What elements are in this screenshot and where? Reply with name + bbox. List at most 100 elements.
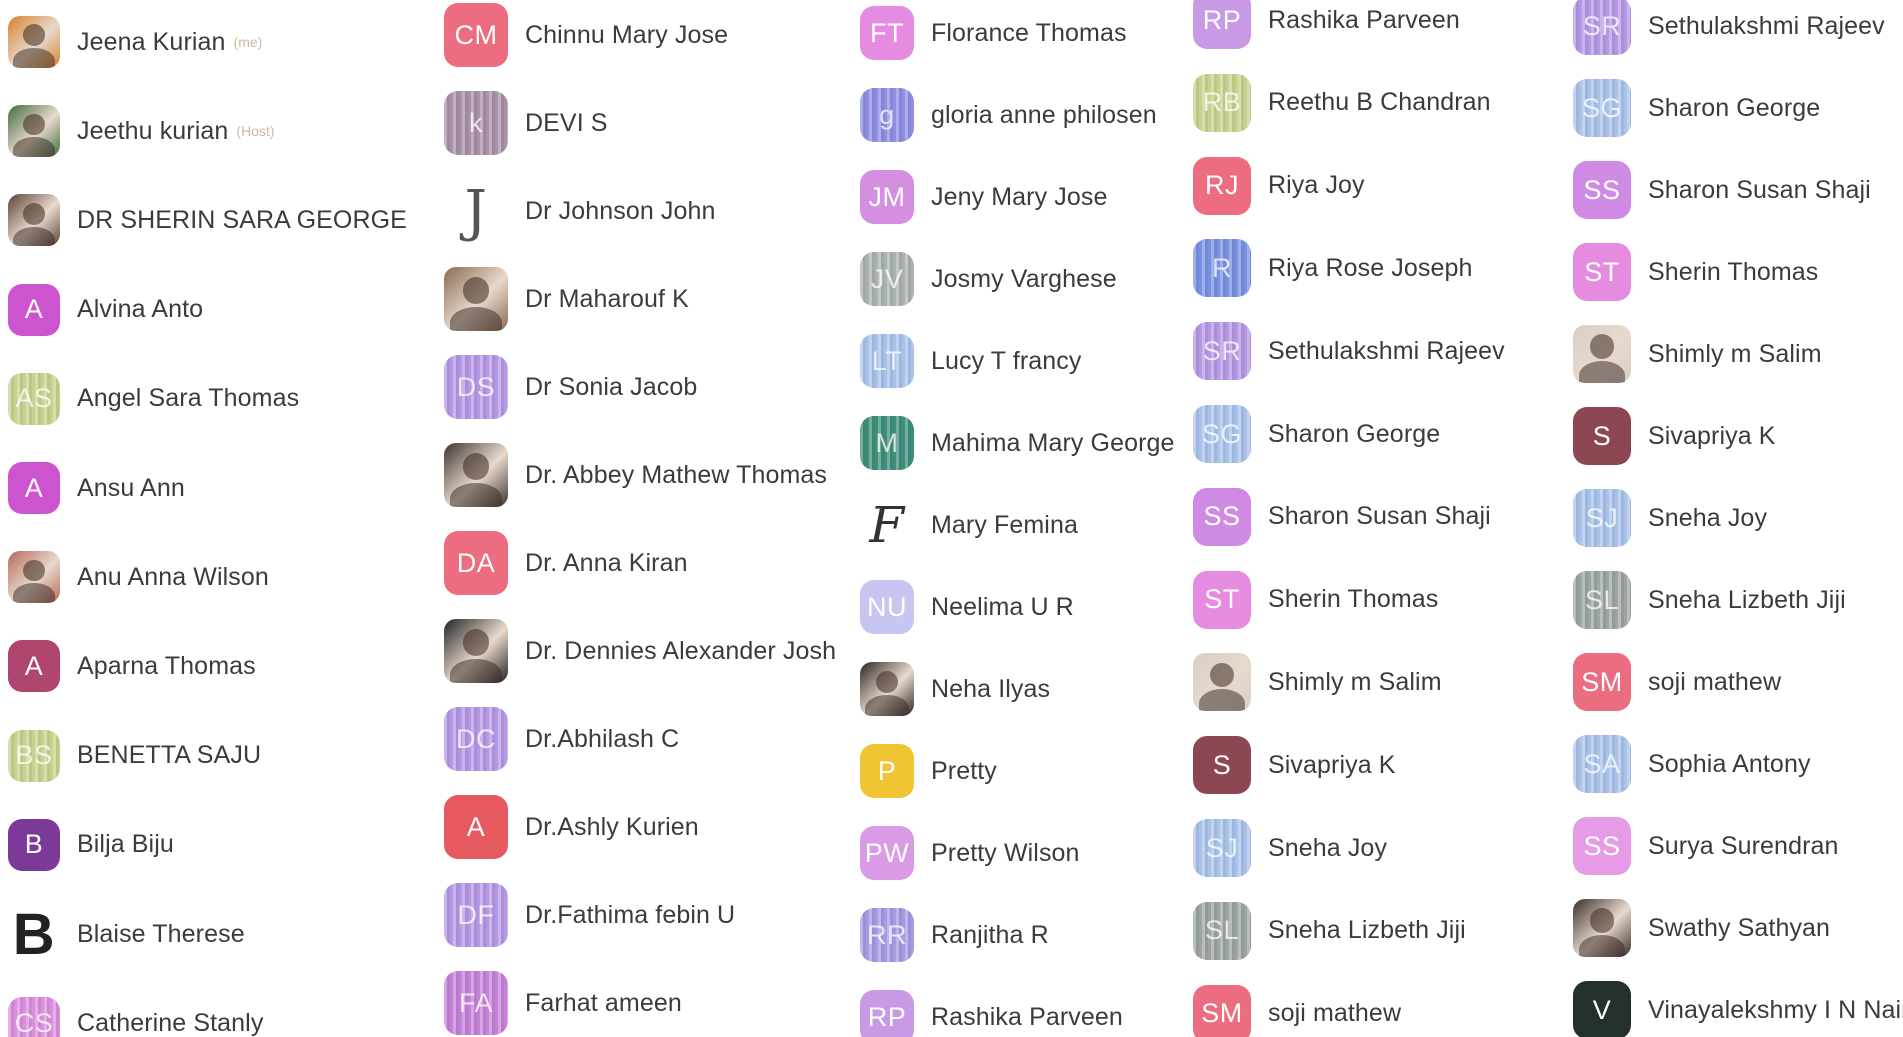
participant-row-sivapriya-k[interactable]: S Sivapriya K xyxy=(1573,407,1776,465)
participant-row-blaise-therese[interactable]: B Blaise Therese xyxy=(8,908,245,960)
participant-name: Riya Joy xyxy=(1268,171,1365,200)
avatar-initials: R xyxy=(1212,252,1232,283)
participant-row-dr-dennies-alexander-josh[interactable]: Dr. Dennies Alexander Josh xyxy=(444,619,836,683)
participant-row-rashika-parveen[interactable]: RP Rashika Parveen xyxy=(860,990,1123,1037)
participant-name: Pretty Wilson xyxy=(931,838,1080,867)
participant-row-jeethu-kurian[interactable]: Jeethu kurian (Host) xyxy=(8,105,275,158)
participant-row-dr-sherin-sara-george[interactable]: DR SHERIN SARA GEORGE xyxy=(8,194,407,247)
participant-row-farhat-ameen[interactable]: FA Farhat ameen xyxy=(444,971,682,1035)
participant-row-ranjitha-r[interactable]: RR Ranjitha R xyxy=(860,908,1049,962)
participant-row-jeena-kurian[interactable]: Jeena Kurian (me) xyxy=(8,16,262,68)
photo-avatar-icon xyxy=(8,105,60,158)
participant-row-pretty-wilson[interactable]: PW Pretty Wilson xyxy=(860,826,1080,880)
participant-row-sneha-lizbeth-jiji[interactable]: SL Sneha Lizbeth Jiji xyxy=(1193,901,1466,960)
participant-row-sethulakshmi-rajeev[interactable]: SR Sethulakshmi Rajeev xyxy=(1193,322,1505,381)
participant-row-chinnu-mary-jose[interactable]: CM Chinnu Mary Jose xyxy=(444,3,728,67)
participant-row-catherine-stanly[interactable]: CS Catherine Stanly xyxy=(8,997,263,1037)
participant-row-soji-mathew[interactable]: SM soji mathew xyxy=(1573,653,1781,711)
participant-row-sharon-susan-shaji[interactable]: SS Sharon Susan Shaji xyxy=(1193,487,1491,546)
participant-name: soji mathew xyxy=(1648,667,1782,696)
participant-row-dr-anna-kiran[interactable]: DA Dr. Anna Kiran xyxy=(444,531,688,595)
participant-name: DR SHERIN SARA GEORGE xyxy=(77,205,407,234)
participant-name: Ranjitha R xyxy=(931,920,1049,949)
avatar-initials: RB xyxy=(1202,87,1242,118)
initials-avatar: CM xyxy=(444,3,508,67)
participant-row-neha-ilyas[interactable]: Neha Ilyas xyxy=(860,662,1050,716)
initials-avatar: M xyxy=(860,416,914,470)
participant-row-shimly-m-salim[interactable]: Shimly m Salim xyxy=(1573,325,1822,383)
participant-row-sneha-joy[interactable]: SJ Sneha Joy xyxy=(1573,489,1767,547)
participant-row-reethu-b-chandran[interactable]: RB Reethu B Chandran xyxy=(1193,73,1491,132)
participant-row-soji-mathew[interactable]: SM soji mathew xyxy=(1193,984,1402,1037)
initials-avatar: LT xyxy=(860,334,914,388)
participant-row-dr-johnson-john[interactable]: J Dr Johnson John xyxy=(444,179,716,243)
initials-avatar: SL xyxy=(1573,571,1631,629)
participant-row-dr-sonia-jacob[interactable]: DS Dr Sonia Jacob xyxy=(444,355,697,419)
participant-row-pretty[interactable]: P Pretty xyxy=(860,744,997,798)
photo-body-shape xyxy=(13,583,55,604)
participant-row-josmy-varghese[interactable]: JV Josmy Varghese xyxy=(860,252,1117,306)
avatar-initials: A xyxy=(466,811,486,842)
participant-row-sneha-lizbeth-jiji[interactable]: SL Sneha Lizbeth Jiji xyxy=(1573,571,1846,629)
avatar-initials: ST xyxy=(1204,584,1240,615)
avatar-initials: FT xyxy=(870,17,904,48)
participant-row-riya-joy[interactable]: RJ Riya Joy xyxy=(1193,156,1365,215)
participant-row-sharon-george[interactable]: SG Sharon George xyxy=(1193,405,1440,463)
participant-row-alvina-anto[interactable]: A Alvina Anto xyxy=(8,283,203,336)
participant-row-vinayalekshmy-i-n-nair[interactable]: V Vinayalekshmy I N Nair xyxy=(1573,981,1903,1037)
participant-name: Aparna Thomas xyxy=(77,651,256,680)
avatar-initials: A xyxy=(24,294,44,325)
participant-row-rashika-parveen[interactable]: RP Rashika Parveen xyxy=(1193,0,1460,49)
participant-row-anu-anna-wilson[interactable]: Anu Anna Wilson xyxy=(8,551,269,604)
participant-row-sethulakshmi-rajeev[interactable]: SR Sethulakshmi Rajeev xyxy=(1573,0,1885,55)
participant-row-dr-abhilash-c[interactable]: DC Dr.Abhilash C xyxy=(444,707,679,771)
avatar-initials: SG xyxy=(1581,92,1622,123)
participant-row-florance-thomas[interactable]: FT Florance Thomas xyxy=(860,6,1127,60)
participant-row-swathy-sathyan[interactable]: Swathy Sathyan xyxy=(1573,899,1830,957)
participant-row-sneha-joy[interactable]: SJ Sneha Joy xyxy=(1193,819,1387,877)
avatar-initials: A xyxy=(24,472,44,503)
participant-row-sivapriya-k[interactable]: S Sivapriya K xyxy=(1193,736,1396,795)
participant-row-dr-maharouf-k[interactable]: Dr Maharouf K xyxy=(444,267,689,331)
participant-name: soji mathew xyxy=(1268,999,1402,1028)
participant-name: Josmy Varghese xyxy=(931,264,1117,293)
participant-row-dr-abbey-mathew-thomas[interactable]: Dr. Abbey Mathew Thomas xyxy=(444,443,827,507)
avatar-initials: JM xyxy=(868,181,906,212)
participant-row-mahima-mary-george[interactable]: M Mahima Mary George xyxy=(860,416,1175,470)
participant-row-surya-surendran[interactable]: SS Surya Surendran xyxy=(1573,817,1839,875)
participant-row-shimly-m-salim[interactable]: Shimly m Salim xyxy=(1193,653,1442,712)
participant-row-lucy-t-francy[interactable]: LT Lucy T francy xyxy=(860,334,1081,388)
initials-avatar: RB xyxy=(1193,73,1251,132)
participant-row-sherin-thomas[interactable]: ST Sherin Thomas xyxy=(1573,243,1818,301)
participant-row-neelima-u-r[interactable]: NU Neelima U R xyxy=(860,580,1074,634)
initials-avatar: SM xyxy=(1573,653,1631,711)
participant-row-benetta-saju[interactable]: BS BENETTA SAJU xyxy=(8,729,262,782)
participant-name: gloria anne philosen xyxy=(931,100,1157,129)
initials-avatar: FT xyxy=(860,6,914,60)
participant-row-mary-femina[interactable]: F Mary Femina xyxy=(860,498,1078,552)
participant-row-angel-sara-thomas[interactable]: AS Angel Sara Thomas xyxy=(8,372,299,425)
participant-name: Sharon Susan Shaji xyxy=(1648,175,1871,204)
participant-name: Jeena Kurian xyxy=(77,27,226,56)
participant-row-sherin-thomas[interactable]: ST Sherin Thomas xyxy=(1193,570,1438,629)
participant-row-ansu-ann[interactable]: A Ansu Ann xyxy=(8,462,185,514)
participant-row-aparna-thomas[interactable]: A Aparna Thomas xyxy=(8,640,256,693)
participant-row-jeny-mary-jose[interactable]: JM Jeny Mary Jose xyxy=(860,170,1107,224)
avatar-initials: DF xyxy=(457,899,495,930)
participant-row-sharon-susan-shaji[interactable]: SS Sharon Susan Shaji xyxy=(1573,161,1871,219)
participant-name: Dr Sonia Jacob xyxy=(525,372,698,401)
participant-row-gloria-anne-philosen[interactable]: g gloria anne philosen xyxy=(860,88,1157,142)
participant-row-dr-fathima-febin-u[interactable]: DF Dr.Fathima febin U xyxy=(444,883,735,947)
participant-row-dr-ashly-kurien[interactable]: A Dr.Ashly Kurien xyxy=(444,795,699,859)
participant-name: Dr. Abbey Mathew Thomas xyxy=(525,460,827,489)
avatar-initials: SS xyxy=(1583,174,1621,205)
participant-row-devi-s[interactable]: k DEVI S xyxy=(444,91,608,155)
participant-row-bilja-biju[interactable]: B Bilja Biju xyxy=(8,818,174,871)
participant-row-sharon-george[interactable]: SG Sharon George xyxy=(1573,79,1820,137)
participant-name: Dr Johnson John xyxy=(525,196,716,225)
participant-row-sophia-antony[interactable]: SA Sophia Antony xyxy=(1573,735,1811,793)
avatar-initials: NU xyxy=(867,591,907,622)
participant-name: BENETTA SAJU xyxy=(77,741,262,770)
avatar-initials: RP xyxy=(867,1001,907,1032)
participant-row-riya-rose-joseph[interactable]: R Riya Rose Joseph xyxy=(1193,239,1472,298)
